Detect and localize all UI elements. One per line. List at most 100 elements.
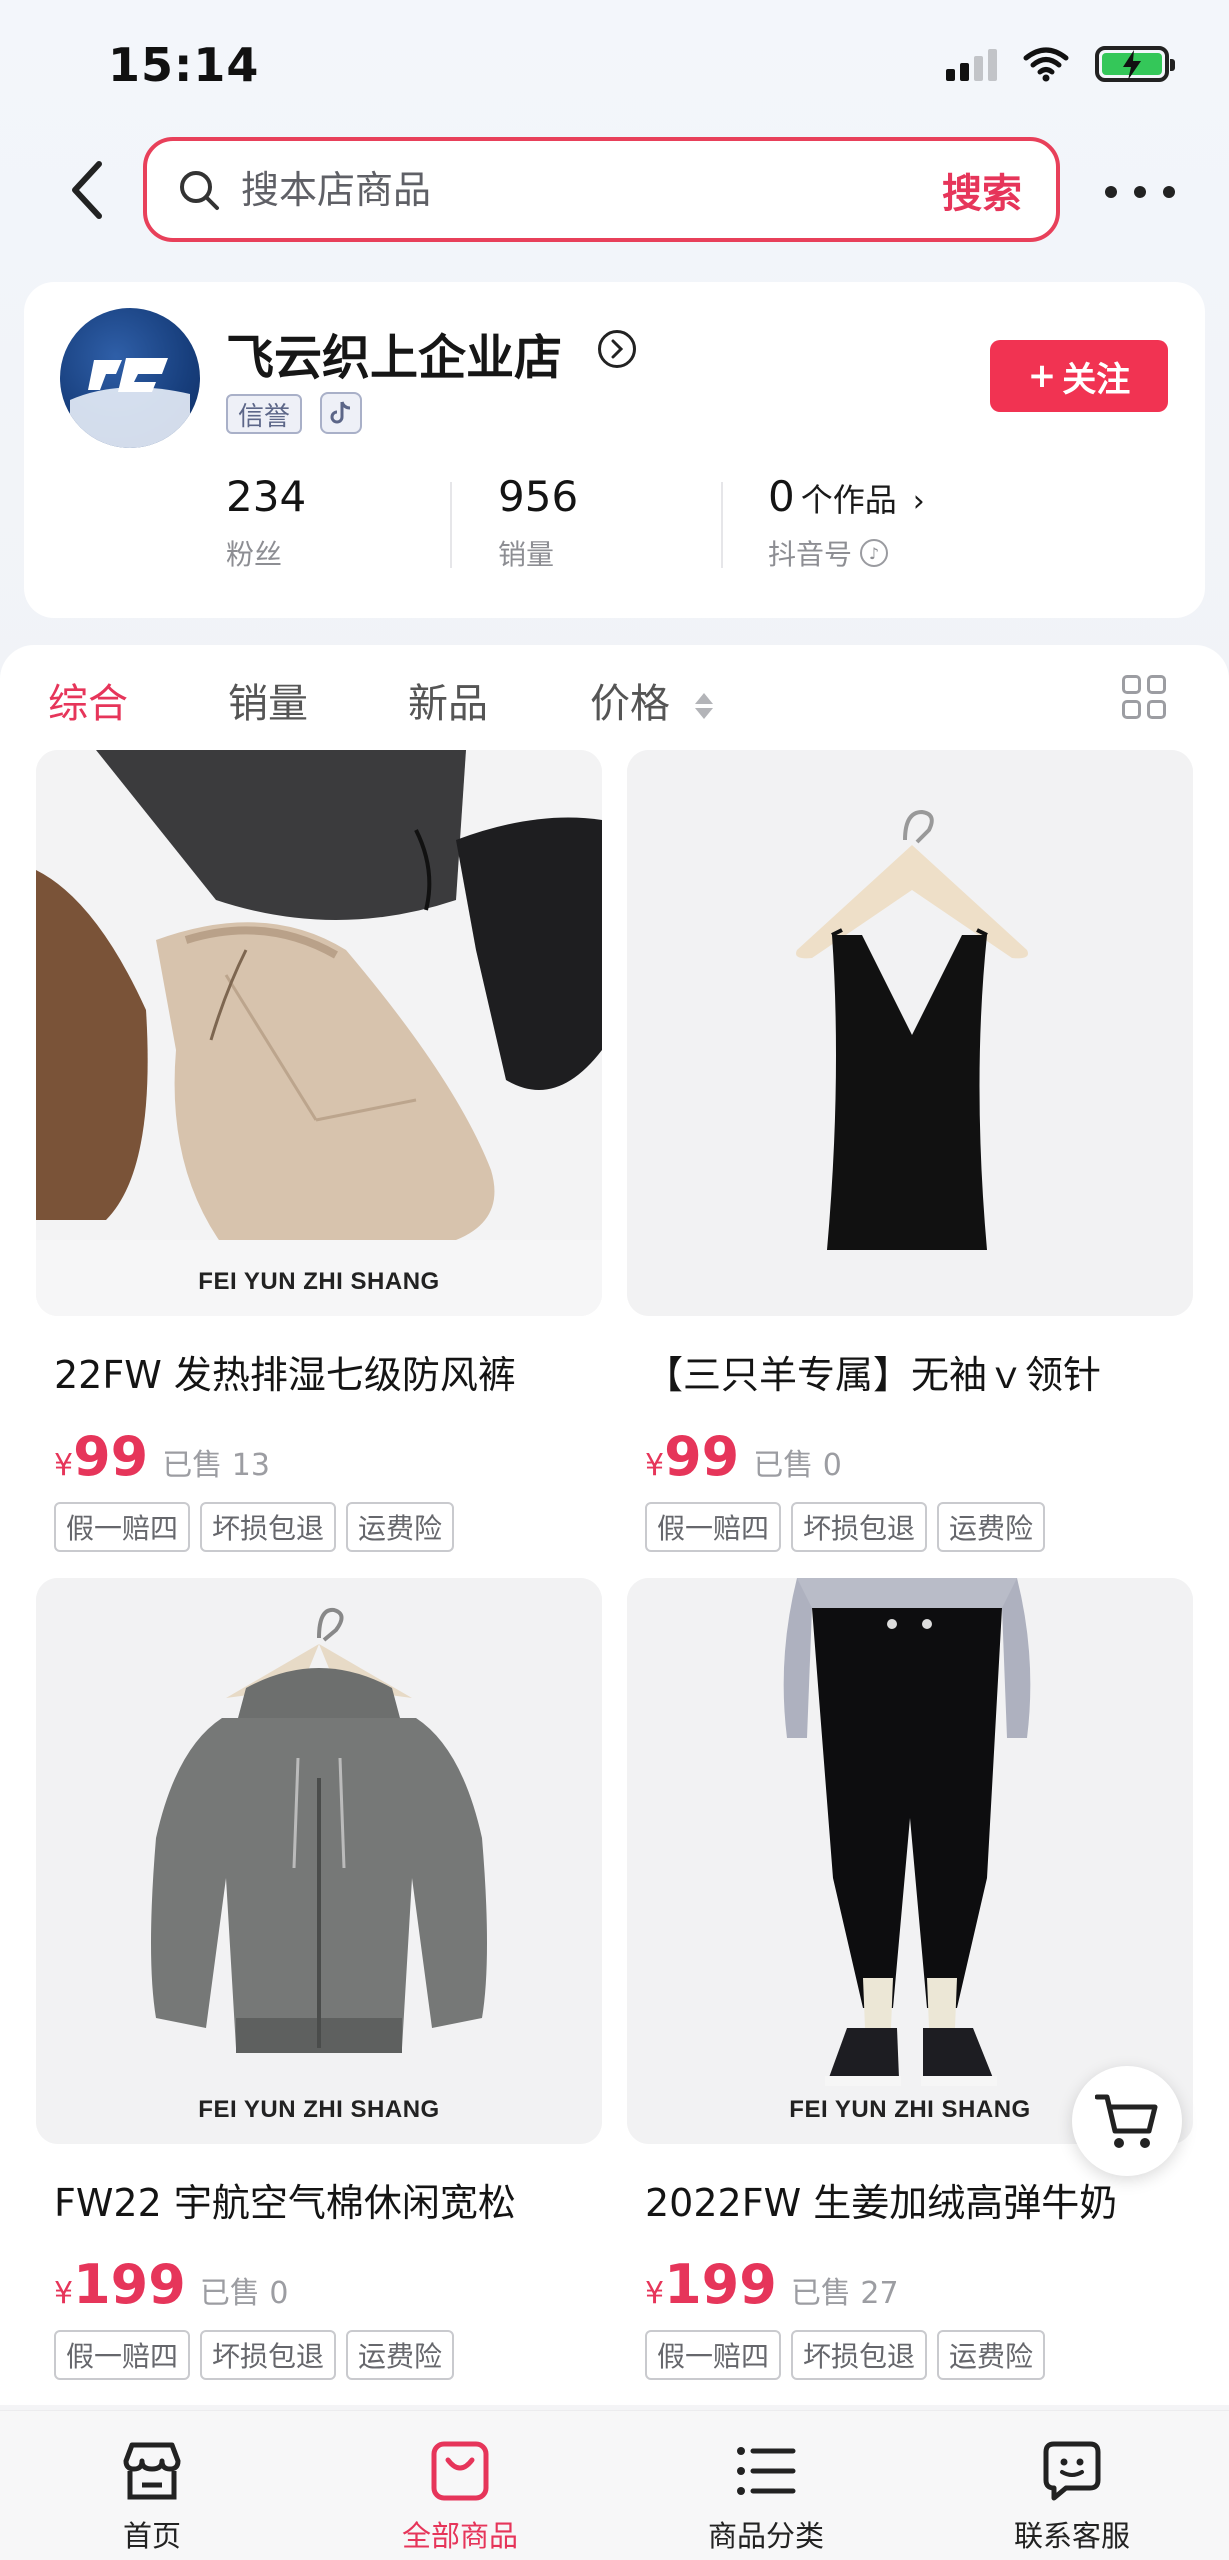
product-card[interactable]: 【三只羊专属】无袖ｖ领针 ¥ 99 已售 0 假一赔四 坏损包退 运费险	[627, 750, 1193, 1552]
camisole-image-icon	[627, 750, 1193, 1316]
product-price: 99	[664, 1425, 740, 1488]
sort-tabs: 综合 销量 新品 价格	[0, 645, 1229, 755]
shop-logo-icon	[70, 358, 190, 448]
sold-count: 已售 0	[753, 1448, 842, 1483]
wifi-icon	[1023, 47, 1069, 82]
store-icon	[123, 2442, 181, 2500]
more-dot-icon	[1134, 186, 1146, 198]
status-bar: 15:14	[0, 0, 1229, 130]
service-tags: 假一赔四 坏损包退 运费险	[54, 2330, 602, 2380]
tag-damage-return: 坏损包退	[200, 2330, 337, 2380]
shop-name[interactable]: 飞云织上企业店	[226, 318, 562, 388]
fans-label: 粉丝	[226, 538, 283, 571]
stat-fans[interactable]: 234 粉丝	[226, 472, 306, 573]
nav-categories[interactable]: 商品分类	[666, 2437, 866, 2555]
service-tags: 假一赔四 坏损包退 运费险	[54, 1502, 602, 1552]
tag-damage-return: 坏损包退	[791, 2330, 928, 2380]
product-price: 99	[73, 1425, 149, 1488]
tiktok-icon: ♪	[860, 539, 889, 567]
follow-button[interactable]: + 关注	[990, 340, 1168, 412]
sold-count: 已售 13	[162, 1448, 270, 1483]
price-row: ¥ 199 已售 0	[54, 2253, 602, 2316]
grid-layout-icon[interactable]	[1122, 675, 1166, 719]
sold-count: 已售 0	[199, 2276, 289, 2311]
nav-all-products[interactable]: 全部商品	[360, 2437, 560, 2555]
back-button[interactable]	[52, 150, 122, 230]
stat-works[interactable]: 0 个作品 › 抖音号 ♪	[768, 472, 925, 573]
pants-image-icon	[36, 750, 602, 1316]
service-tags: 假一赔四 坏损包退 运费险	[645, 2330, 1193, 2380]
nav-label: 联系客服	[1013, 2519, 1130, 2553]
nav-label: 全部商品	[401, 2519, 518, 2553]
sold-count: 已售 27	[790, 2276, 899, 2311]
tag-damage-return: 坏损包退	[791, 1502, 928, 1552]
price-row: ¥ 99 已售 0	[645, 1425, 1193, 1488]
sales-label: 销量	[498, 538, 555, 571]
nav-label: 首页	[122, 2519, 181, 2553]
product-price: 199	[664, 2253, 777, 2316]
cellular-signal-icon	[946, 47, 997, 81]
cart-icon	[1095, 2094, 1158, 2148]
currency-symbol: ¥	[54, 2276, 74, 2311]
product-image[interactable]: FEI YUN ZHI SHANG	[627, 1578, 1193, 2144]
tag-fake-compensation: 假一赔四	[645, 1502, 782, 1552]
tag-fake-compensation: 假一赔四	[645, 2330, 782, 2380]
tag-fake-compensation: 假一赔四	[54, 2330, 191, 2380]
nav-home[interactable]: 首页	[52, 2437, 252, 2555]
search-box[interactable]: 搜索	[143, 137, 1060, 242]
status-time: 15:14	[108, 38, 260, 92]
shop-detail-arrow-icon[interactable]	[598, 330, 636, 368]
tab-new[interactable]: 新品	[408, 671, 488, 729]
more-dot-icon	[1105, 186, 1117, 198]
fans-count: 234	[226, 472, 307, 521]
tab-overall[interactable]: 综合	[48, 671, 128, 729]
tag-shipping-insurance: 运费险	[346, 1502, 455, 1552]
tab-sales[interactable]: 销量	[228, 671, 308, 729]
tag-shipping-insurance: 运费险	[937, 2330, 1046, 2380]
currency-symbol: ¥	[645, 2276, 665, 2311]
stat-divider	[450, 482, 452, 568]
tag-fake-compensation: 假一赔四	[54, 1502, 191, 1552]
jacket-image-icon	[36, 1578, 602, 2144]
brand-caption: FEI YUN ZHI SHANG	[198, 1268, 440, 1295]
product-title[interactable]: FW22 宇航空气棉休闲宽松	[54, 2172, 594, 2227]
product-card[interactable]: FEI YUN ZHI SHANG FW22 宇航空气棉休闲宽松 ¥ 199 已…	[36, 1578, 602, 2380]
product-title[interactable]: 2022FW 生姜加绒高弹牛奶	[645, 2172, 1185, 2227]
product-card[interactable]: FEI YUN ZHI SHANG 2022FW 生姜加绒高弹牛奶 ¥ 199 …	[627, 1578, 1193, 2380]
list-icon	[737, 2447, 796, 2495]
product-image[interactable]: FEI YUN ZHI SHANG	[36, 1578, 602, 2144]
shop-info-card: 飞云织上企业店 信誉 + 关注 234 粉丝 956 销量 0 个作品 › 抖音…	[24, 282, 1205, 618]
cart-button[interactable]	[1072, 2066, 1182, 2176]
service-tags: 假一赔四 坏损包退 运费险	[645, 1502, 1193, 1552]
tiktok-badge-icon[interactable]	[320, 392, 362, 434]
search-button[interactable]: 搜索	[942, 161, 1022, 219]
back-arrow-icon	[72, 161, 102, 219]
tab-price-label: 价格	[590, 681, 670, 727]
chevron-right-icon: ›	[912, 484, 925, 519]
shop-avatar[interactable]	[60, 308, 200, 448]
bag-icon	[431, 2441, 489, 2501]
product-title[interactable]: 22FW 发热排湿七级防风裤	[54, 1344, 594, 1399]
battery-icon	[1095, 46, 1175, 82]
product-image[interactable]: FEI YUN ZHI SHANG	[36, 750, 602, 1316]
follow-label: 关注	[1062, 359, 1131, 400]
sort-arrows-icon	[694, 693, 713, 719]
search-icon	[180, 170, 219, 210]
product-title[interactable]: 【三只羊专属】无袖ｖ领针	[645, 1344, 1185, 1399]
plus-icon: +	[1027, 356, 1057, 396]
credit-badge[interactable]: 信誉	[226, 394, 303, 434]
tab-price[interactable]: 价格	[590, 671, 713, 729]
product-panel: 综合 销量 新品 价格 FEI YUN ZHI SHANG 22FW 发热排湿七…	[0, 645, 1229, 2405]
price-row: ¥ 199 已售 27	[645, 2253, 1193, 2316]
stat-divider	[721, 482, 723, 568]
leggings-image-icon	[627, 1578, 1193, 2144]
sales-count: 956	[498, 472, 579, 521]
nav-customer-service[interactable]: 联系客服	[972, 2437, 1172, 2555]
more-dot-icon	[1163, 186, 1175, 198]
douyin-id-label: 抖音号	[768, 538, 853, 571]
stat-sales[interactable]: 956 销量	[498, 472, 578, 573]
more-options-button[interactable]	[1105, 162, 1175, 222]
search-input[interactable]	[241, 167, 942, 212]
product-image[interactable]	[627, 750, 1193, 1316]
product-card[interactable]: FEI YUN ZHI SHANG 22FW 发热排湿七级防风裤 ¥ 99 已售…	[36, 750, 602, 1552]
